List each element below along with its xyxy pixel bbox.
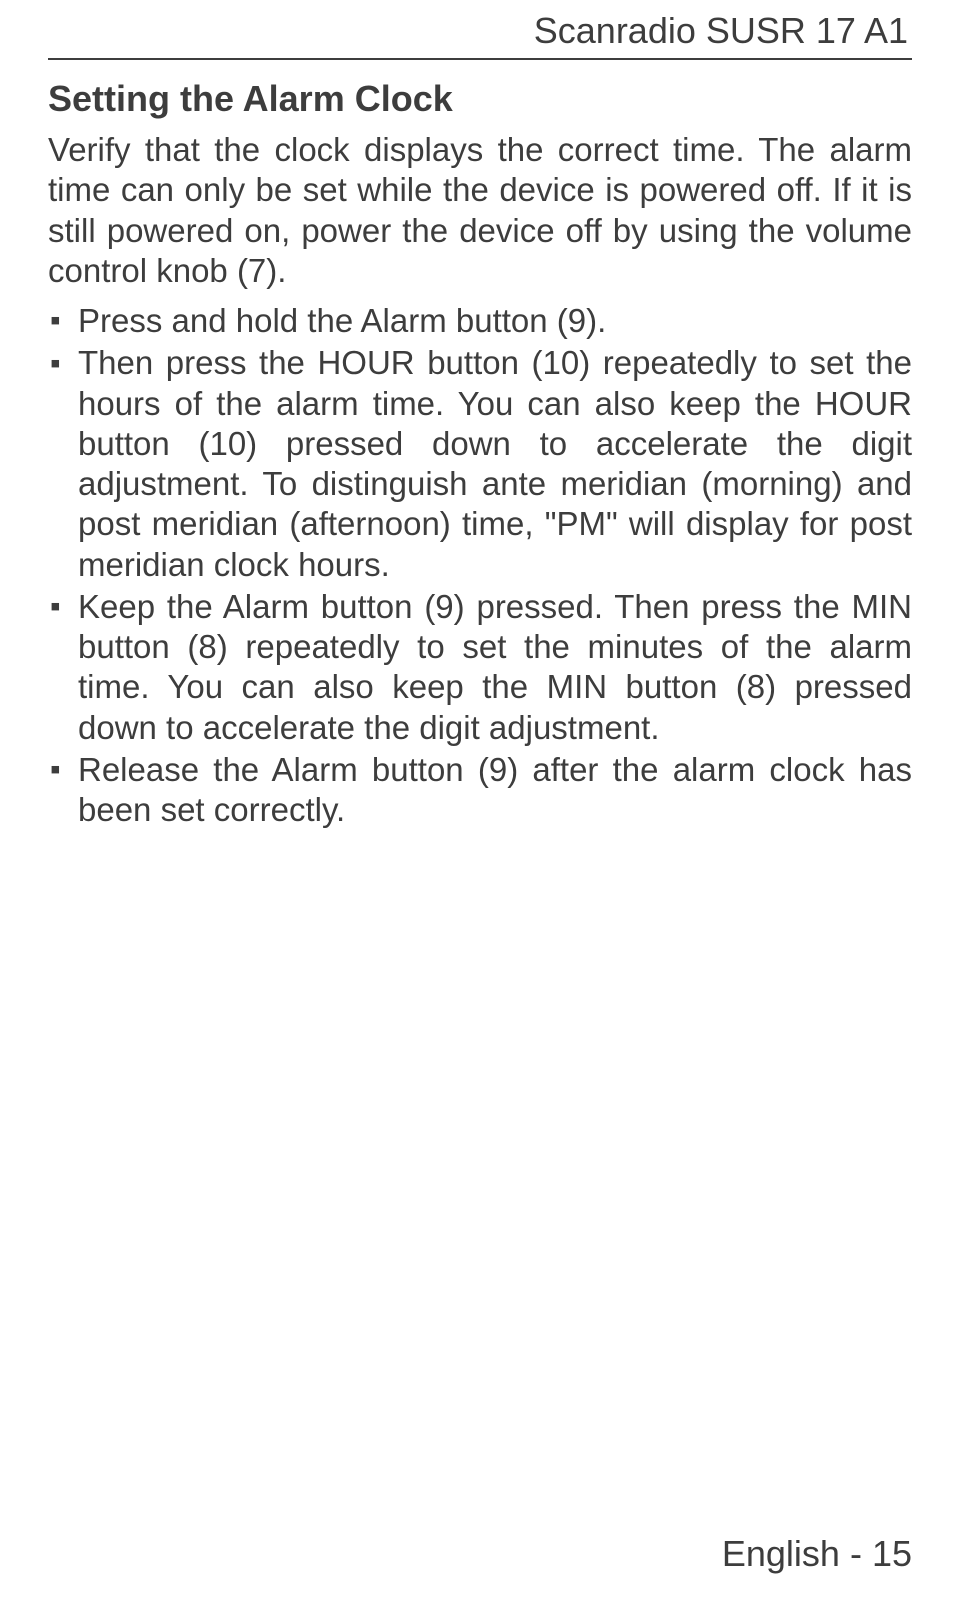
list-item: ▪ Keep the Alarm button (9) pressed. The… xyxy=(48,587,912,748)
bullet-marker-icon: ▪ xyxy=(50,346,61,383)
list-item-text: Press and hold the Alarm button (9). xyxy=(78,302,606,339)
list-item: ▪ Press and hold the Alarm button (9). xyxy=(48,301,912,341)
section-title: Setting the Alarm Clock xyxy=(48,78,912,120)
footer-separator: - xyxy=(840,1533,872,1574)
list-item-text: Keep the Alarm button (9) pressed. Then … xyxy=(78,588,912,746)
list-item: ▪ Then press the HOUR button (10) repeat… xyxy=(48,343,912,585)
bullet-marker-icon: ▪ xyxy=(50,752,61,789)
list-item: ▪ Release the Alarm button (9) after the… xyxy=(48,750,912,831)
bullet-marker-icon: ▪ xyxy=(50,303,61,340)
page-footer: English - 15 xyxy=(722,1533,912,1575)
footer-page-number: 15 xyxy=(872,1533,912,1574)
list-item-text: Then press the HOUR button (10) repeated… xyxy=(78,344,912,582)
list-item-text: Release the Alarm button (9) after the a… xyxy=(78,751,912,828)
header-divider xyxy=(48,58,912,60)
footer-language: English xyxy=(722,1533,840,1574)
document-header-title: Scanradio SUSR 17 A1 xyxy=(48,10,912,52)
bullet-marker-icon: ▪ xyxy=(50,589,61,626)
section-intro-text: Verify that the clock displays the corre… xyxy=(48,130,912,291)
